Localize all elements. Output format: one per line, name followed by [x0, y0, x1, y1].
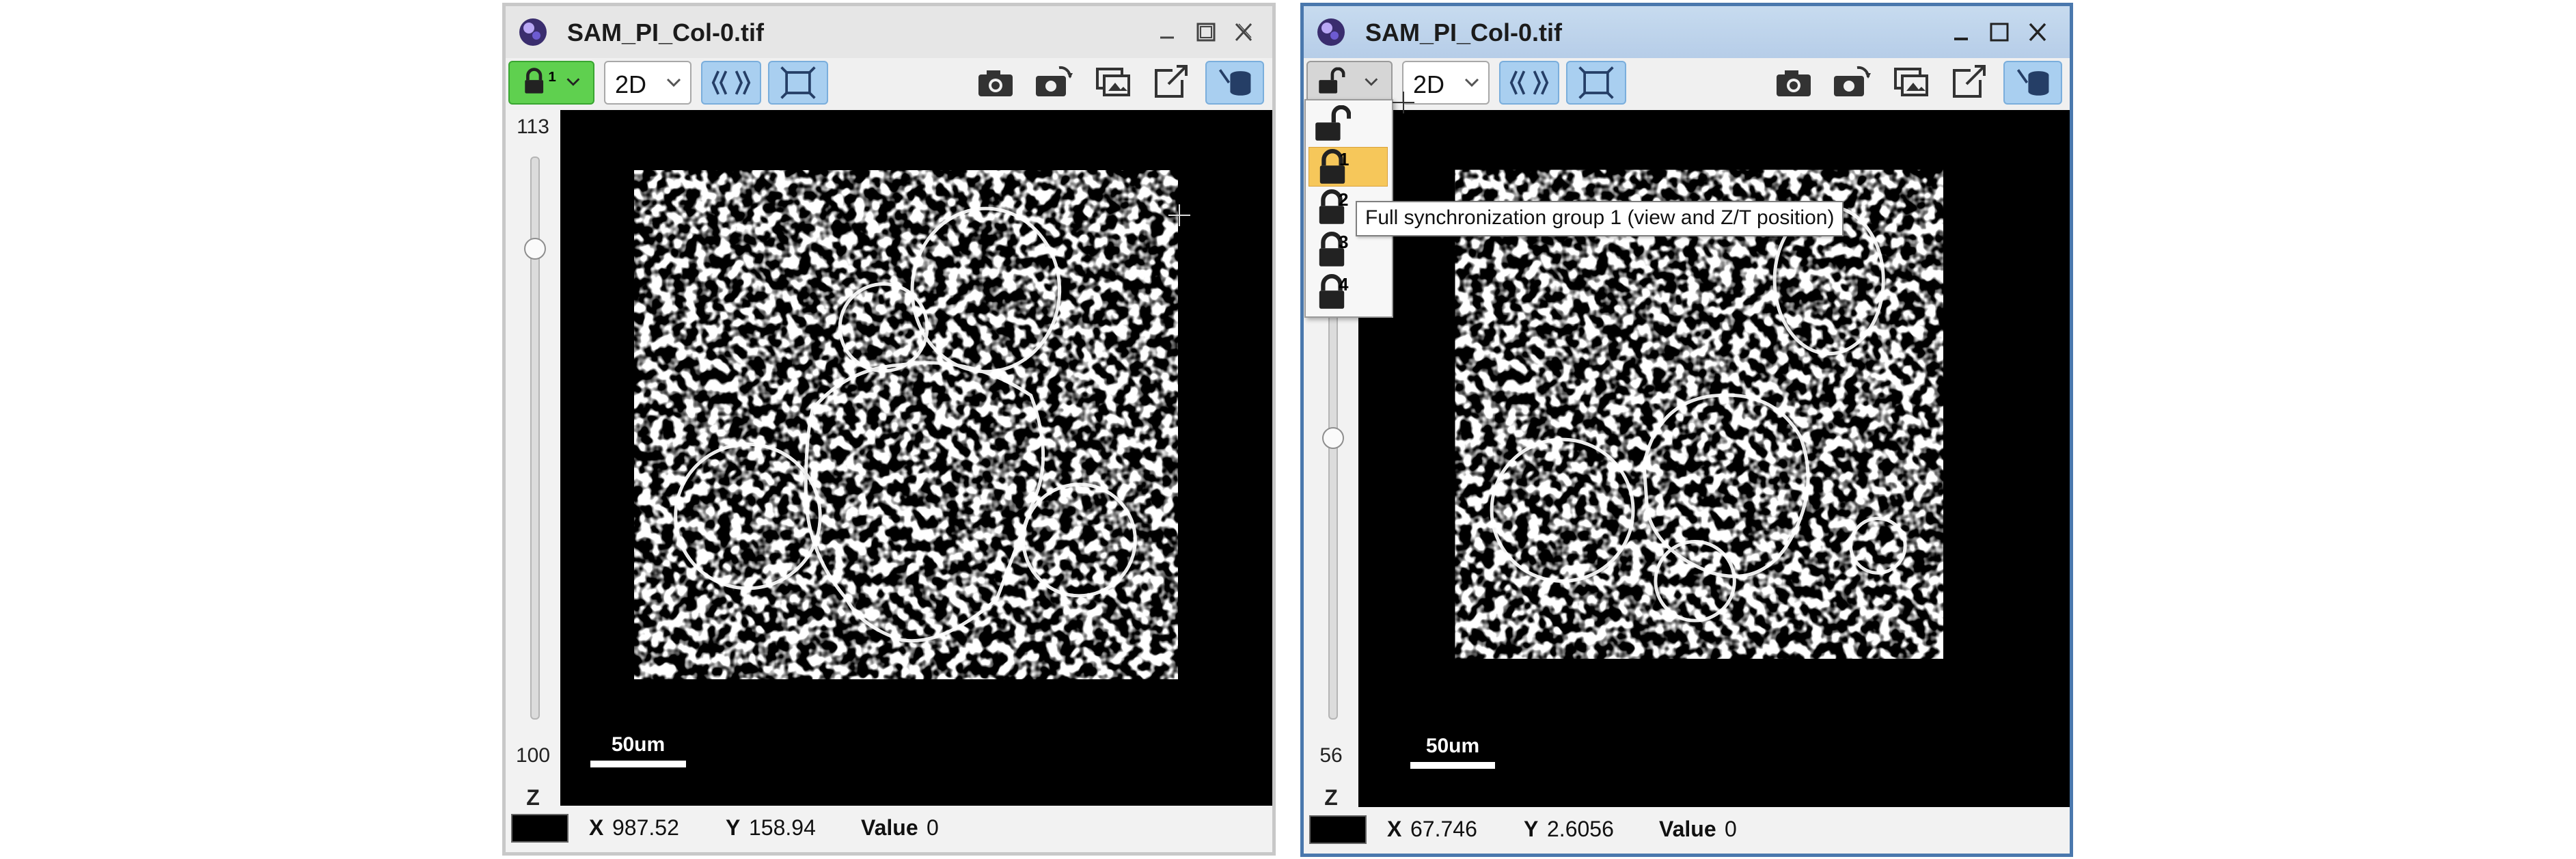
pixel-value: 0 — [927, 815, 939, 840]
external-icon — [1155, 65, 1188, 98]
screenshot-button[interactable] — [1768, 61, 1819, 105]
z-slider-thumb[interactable] — [1322, 427, 1344, 449]
close-icon[interactable] — [2018, 16, 2057, 49]
duplicate-button[interactable] — [1088, 61, 1138, 105]
image-window-left[interactable]: SAM_PI_Col-0.tif 1 2D 113 100 Z 50um X 9… — [502, 3, 1276, 856]
duplicate-icon — [1096, 68, 1130, 96]
camera-all-icon — [1834, 66, 1871, 96]
scale-bar: 50um — [1410, 735, 1495, 769]
camera-all-icon — [1036, 66, 1073, 96]
sync-lock-button[interactable] — [1306, 61, 1393, 105]
y-value: 2.6056 — [1547, 817, 1614, 841]
fit-window-icon — [780, 66, 816, 99]
window-title: SAM_PI_Col-0.tif — [567, 18, 765, 46]
camera-icon — [978, 70, 1013, 96]
scale-bar-line — [590, 761, 686, 767]
crosshair-cursor-icon — [1391, 90, 1416, 115]
maximize-icon[interactable] — [1980, 16, 2018, 49]
external-icon — [1953, 65, 1986, 98]
layers-icon — [711, 70, 751, 95]
lock-menu-item-group-4[interactable]: 4 — [1308, 273, 1388, 312]
image-canvas[interactable]: 50um — [560, 110, 1272, 806]
status-bar: X 987.52 Y 158.94 Value 0 — [506, 806, 1272, 852]
screenshot-all-button[interactable] — [1028, 61, 1078, 105]
duplicate-button[interactable] — [1886, 61, 1936, 105]
fit-window-button[interactable] — [768, 61, 828, 105]
scale-bar: 50um — [590, 733, 686, 767]
close-icon[interactable] — [1224, 16, 1263, 49]
crosshair-cursor-icon — [1167, 203, 1192, 228]
screenshot-button[interactable] — [970, 61, 1021, 105]
lock-menu-item-group-1[interactable]: 1 — [1308, 147, 1388, 187]
chevron-down-icon — [664, 73, 683, 92]
lock-menu-item-unlock[interactable] — [1308, 105, 1388, 144]
title-bar[interactable]: SAM_PI_Col-0.tif — [506, 6, 1272, 58]
unlock-icon — [1313, 105, 1351, 144]
lock-group-number: 1 — [548, 69, 556, 85]
app-icon — [519, 18, 547, 46]
scale-bar-label: 50um — [1425, 735, 1480, 757]
view-mode-value: 2D — [1413, 70, 1445, 98]
x-value: 67.746 — [1410, 817, 1477, 841]
z-slider-panel: 113 100 Z — [506, 110, 560, 810]
persistent-button[interactable] — [1205, 61, 1264, 105]
x-value: 987.52 — [612, 815, 679, 840]
microscopy-image — [674, 206, 1137, 643]
minimize-icon[interactable] — [1148, 16, 1186, 49]
duplicate-icon — [1894, 68, 1928, 96]
x-label: X — [589, 815, 604, 840]
layers-button[interactable] — [701, 61, 761, 105]
persistent-icon — [1218, 69, 1251, 96]
title-bar[interactable]: SAM_PI_Col-0.tif — [1304, 6, 2070, 58]
detach-button[interactable] — [1145, 61, 1196, 105]
z-min-label: 100 — [515, 744, 551, 767]
z-min-label: 56 — [1319, 744, 1343, 767]
image-window-right[interactable]: SAM_PI_Col-0.tif 2D 56 Z 50um X 67.746 Y… — [1300, 3, 2073, 857]
y-label: Y — [726, 815, 741, 840]
pixel-color-swatch — [1309, 815, 1367, 844]
persistent-button[interactable] — [2003, 61, 2062, 105]
x-label: X — [1387, 817, 1402, 841]
camera-icon — [1777, 70, 1811, 96]
toolbar: 2D — [1304, 58, 2070, 110]
scale-bar-line — [1410, 762, 1495, 769]
pixel-value: 0 — [1725, 817, 1737, 841]
z-max-label: 113 — [517, 115, 549, 138]
pixel-color-swatch — [511, 814, 568, 843]
app-icon — [1317, 18, 1345, 46]
view-mode-value: 2D — [615, 70, 647, 98]
persistent-icon — [2016, 69, 2049, 96]
scale-bar-label: 50um — [611, 733, 666, 756]
y-label: Y — [1524, 817, 1539, 841]
status-bar: X 67.746 Y 2.6056 Value 0 — [1304, 807, 2070, 854]
value-label: Value — [861, 815, 918, 840]
detach-button[interactable] — [1943, 61, 1994, 105]
z-slider-thumb[interactable] — [524, 237, 546, 260]
view-mode-dropdown[interactable]: 2D — [604, 61, 691, 105]
fit-window-icon — [1578, 66, 1614, 99]
minimize-icon[interactable] — [1942, 16, 1980, 49]
chevron-down-icon — [1462, 73, 1481, 92]
toolbar: 1 2D — [506, 58, 1272, 110]
sync-lock-button[interactable]: 1 — [508, 61, 594, 105]
value-label: Value — [1659, 817, 1716, 841]
fit-window-button[interactable] — [1566, 61, 1626, 105]
layers-icon — [1509, 70, 1549, 95]
maximize-icon[interactable] — [1186, 16, 1224, 49]
screenshot-all-button[interactable] — [1826, 61, 1876, 105]
y-value: 158.94 — [749, 815, 816, 840]
sync-tooltip: Full synchronization group 1 (view and Z… — [1356, 201, 1844, 236]
window-title: SAM_PI_Col-0.tif — [1365, 18, 1563, 46]
layers-button[interactable] — [1499, 61, 1559, 105]
